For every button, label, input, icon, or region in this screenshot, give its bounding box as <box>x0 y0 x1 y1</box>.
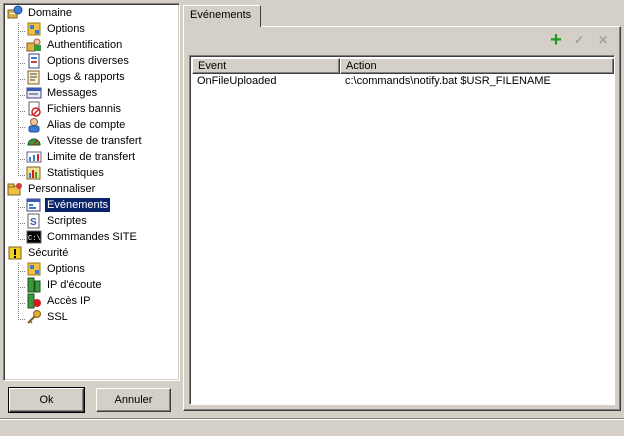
tree-item-options-diverses[interactable]: Options diverses <box>26 53 131 69</box>
tree-item-evenements[interactable]: Evénements <box>26 197 111 213</box>
cancel-button[interactable]: Annuler <box>96 388 171 412</box>
tree-connector <box>18 207 26 208</box>
tree-item-securite-options[interactable]: Options <box>26 261 87 277</box>
banned-files-icon <box>26 101 42 117</box>
tree-item-label: Fichiers bannis <box>47 103 121 115</box>
scripts-icon: S <box>26 213 42 229</box>
tree-item-commandes-site[interactable]: C:\ Commandes SITE <box>26 229 139 245</box>
tree-connector <box>18 271 26 272</box>
tree-item-label: Accès IP <box>47 295 91 307</box>
tree-item-label: Domaine <box>28 7 73 19</box>
console-icon: C:\ <box>26 229 42 245</box>
tree-item-fichiers-bannis[interactable]: Fichiers bannis <box>26 101 123 117</box>
tree-item-label: Options <box>47 263 85 275</box>
tree-item-options[interactable]: Options <box>26 21 87 37</box>
tree-item-label: Messages <box>47 87 98 99</box>
tree-item-label: Statistiques <box>47 167 104 179</box>
tree-item-statistiques[interactable]: Statistiques <box>26 165 106 181</box>
logs-icon <box>26 69 42 85</box>
tree-item-authentification[interactable]: Authentification <box>26 37 124 53</box>
misc-options-icon <box>26 53 42 69</box>
status-bar <box>0 418 624 436</box>
add-icon[interactable]: + <box>548 30 564 50</box>
tree-item-label: Scriptes <box>47 215 87 227</box>
tree-item-messages[interactable]: Messages <box>26 85 99 101</box>
tree-connector <box>18 127 26 128</box>
speedometer-icon <box>26 133 42 149</box>
events-listview[interactable]: Event Action OnFileUploaded c:\commands\… <box>189 55 615 405</box>
tree-item-limite-de-transfert[interactable]: Limite de transfert <box>26 149 137 165</box>
tree-connector <box>18 63 26 64</box>
transfer-limit-icon <box>26 149 42 165</box>
tree-connector <box>18 175 26 176</box>
tab-label: Evénements <box>190 9 252 21</box>
auth-icon <box>26 37 42 53</box>
tree-connector <box>18 31 26 32</box>
events-icon <box>26 197 42 213</box>
tree-item-personnaliser[interactable]: Personnaliser <box>7 181 97 197</box>
tree-connector <box>18 287 26 288</box>
tree-item-label: Sécurité <box>28 247 69 259</box>
tree-item-ip-ecoute[interactable]: IP d'écoute <box>26 277 104 293</box>
tree-item-label: IP d'écoute <box>47 279 102 291</box>
tree-item-acces-ip[interactable]: Accès IP <box>26 293 92 309</box>
tree-item-ssl[interactable]: SSL <box>26 309 70 325</box>
messages-icon <box>26 85 42 101</box>
tree-connector <box>18 319 26 320</box>
tree-item-label: Personnaliser <box>28 183 96 195</box>
tree-item-label: Options diverses <box>47 55 129 67</box>
delete-icon[interactable]: ✕ <box>595 32 611 48</box>
ok-button[interactable]: Ok <box>8 387 85 413</box>
domain-icon <box>7 5 23 21</box>
tree-connector <box>18 47 26 48</box>
security-icon <box>7 245 23 261</box>
tree-connector <box>18 303 26 304</box>
tree-connector <box>18 239 26 240</box>
tree-item-alias-de-compte[interactable]: Alias de compte <box>26 117 127 133</box>
settings-tree[interactable]: Domaine Options Authentification Options… <box>3 3 180 381</box>
edit-icon[interactable]: ✓ <box>571 32 587 48</box>
tree-connector <box>18 223 26 224</box>
list-header: Event Action <box>192 58 614 74</box>
tree-item-domaine[interactable]: Domaine <box>7 5 74 21</box>
tree-item-label: Options <box>47 23 85 35</box>
tree-item-label: Commandes SITE <box>47 231 137 243</box>
tree-item-label: Limite de transfert <box>47 151 136 163</box>
listen-ip-icon <box>26 277 42 293</box>
tree-connector <box>18 111 26 112</box>
tree-item-label: Alias de compte <box>47 119 126 131</box>
column-header-action[interactable]: Action <box>340 58 614 74</box>
options-icon <box>26 261 42 277</box>
tree-connector <box>18 199 19 241</box>
column-header-event[interactable]: Event <box>192 58 340 74</box>
tree-connector <box>18 159 26 160</box>
action-cell: c:\commands\notify.bat $USR_FILENAME <box>345 75 551 87</box>
options-icon <box>26 21 42 37</box>
statistics-icon <box>26 165 42 181</box>
tree-item-label: Authentification <box>47 39 123 51</box>
tab-evenements[interactable]: Evénements <box>183 5 261 27</box>
key-icon <box>26 309 42 325</box>
tree-connector <box>18 79 26 80</box>
tree-item-securite[interactable]: Sécurité <box>7 245 70 261</box>
tree-connector <box>18 95 26 96</box>
list-item[interactable]: OnFileUploaded c:\commands\notify.bat $U… <box>192 74 614 90</box>
customize-icon <box>7 181 23 197</box>
svg-text:C:\: C:\ <box>28 235 41 243</box>
tree-connector <box>18 143 26 144</box>
tree-item-vitesse-de-transfert[interactable]: Vitesse de transfert <box>26 133 144 149</box>
tree-item-label: Logs & rapports <box>47 71 125 83</box>
tree-item-label: SSL <box>47 311 68 323</box>
ip-access-icon <box>26 293 42 309</box>
event-cell: OnFileUploaded <box>197 75 277 87</box>
tree-item-label: Evénements <box>45 198 111 212</box>
tree-item-scriptes[interactable]: S Scriptes <box>26 213 89 229</box>
tree-item-label: Vitesse de transfert <box>47 135 142 147</box>
tree-item-logs-rapports[interactable]: Logs & rapports <box>26 69 127 85</box>
svg-text:S: S <box>30 217 37 228</box>
account-alias-icon <box>26 117 42 133</box>
